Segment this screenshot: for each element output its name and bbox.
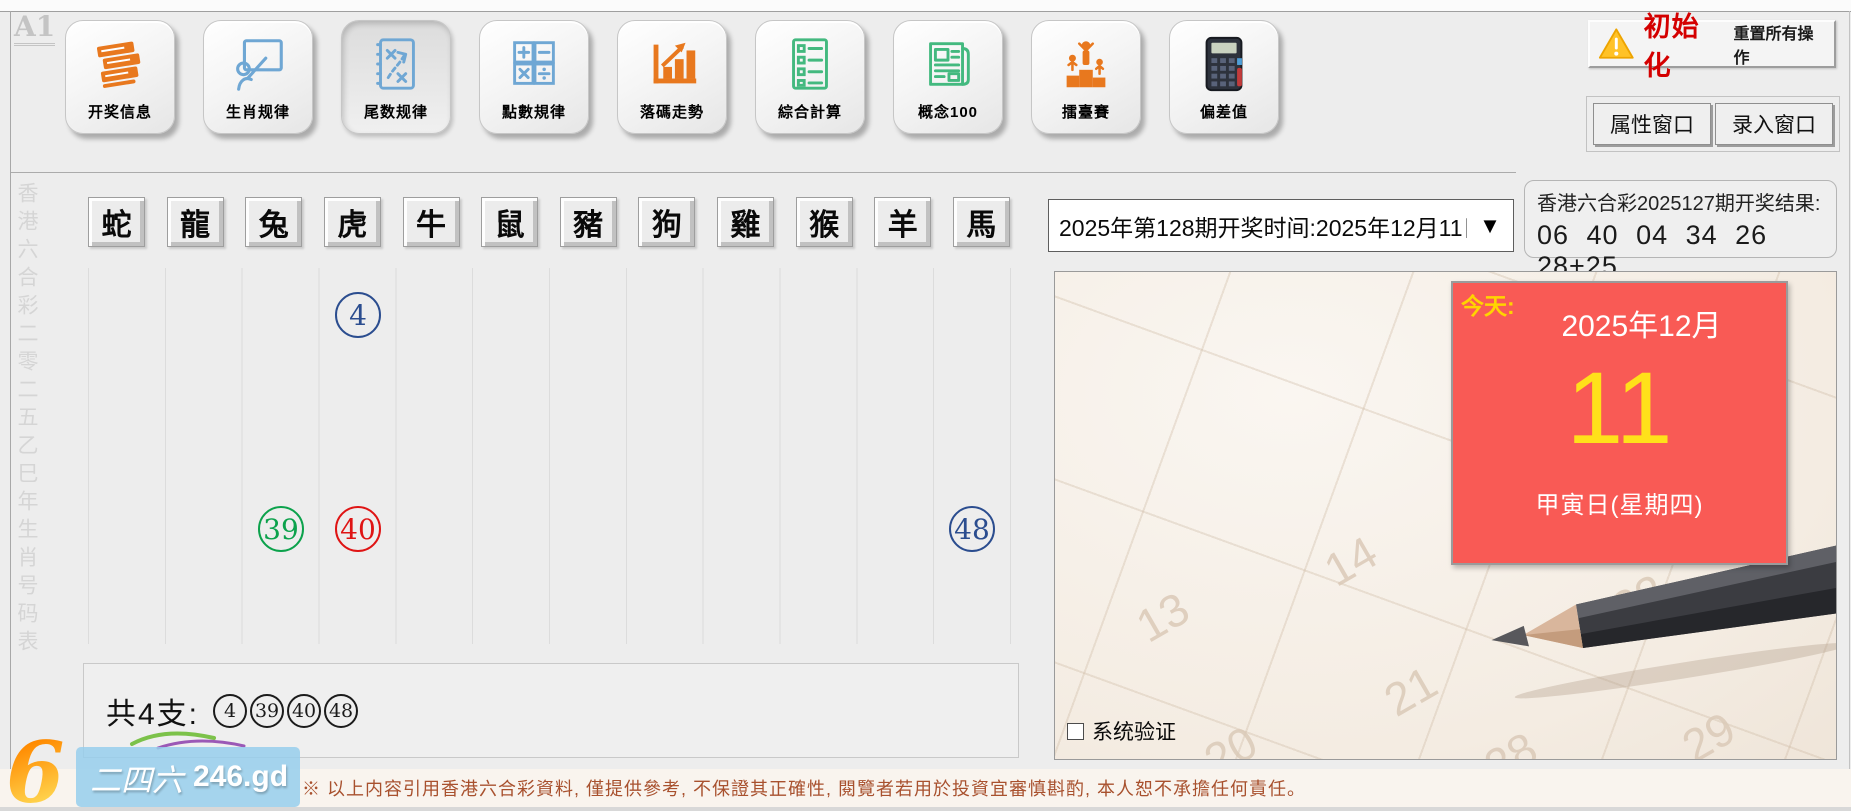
- toolbar-button-label: 點數規律: [502, 101, 566, 122]
- warning-icon: [1598, 27, 1635, 61]
- zodiac-tab-dog[interactable]: 狗: [638, 197, 695, 247]
- number-mark[interactable]: 48: [949, 506, 995, 552]
- zodiac-tab-snake[interactable]: 蛇: [88, 197, 145, 247]
- toolbar-button-arena[interactable]: 擂臺賽: [1031, 20, 1141, 134]
- checkbox-icon[interactable]: [1067, 723, 1084, 740]
- initialize-sublabel: 重置所有操作: [1734, 20, 1826, 68]
- number-mark[interactable]: 39: [258, 506, 304, 552]
- zodiac-tab-rat[interactable]: 鼠: [481, 197, 538, 247]
- calculator-icon: [1193, 33, 1255, 95]
- toolbar-button-label: 尾数规律: [364, 101, 428, 122]
- zodiac-tab-row: 蛇 龍 兔 虎 牛 鼠 豬 狗 雞 猴 羊 馬: [88, 197, 1010, 249]
- toolbar-button-composite-calc[interactable]: 綜合計算: [755, 20, 865, 134]
- disclaimer-text: ※ 以上内容引用香港六合彩資料, 僅提供參考, 不保證其正確性, 閱覽者若用於投…: [302, 775, 1306, 801]
- toolbar-button-label: 生肖规律: [226, 101, 290, 122]
- checklist-icon: [779, 33, 841, 95]
- calendar-panel: 14 13 22 21 20 29 28 今天: 2025年12月 11 甲寅日…: [1054, 271, 1837, 760]
- toolbar-separator: [11, 172, 1516, 173]
- system-verify-label: 系统验证: [1092, 716, 1176, 746]
- zodiac-tab-ox[interactable]: 牛: [403, 197, 460, 247]
- playbook-icon: [365, 33, 427, 95]
- toolbar-button-tail-rule[interactable]: 尾数规律: [341, 20, 451, 134]
- summary-number: 4: [213, 694, 247, 728]
- books-icon: [89, 33, 151, 95]
- today-label: 今天:: [1461, 287, 1515, 321]
- newspaper-icon: [917, 33, 979, 95]
- bar-chart-icon: [641, 33, 703, 95]
- toolbar-button-label: 落碼走勢: [640, 101, 704, 122]
- initialize-label: 初始化: [1644, 5, 1725, 83]
- zodiac-tab-rabbit[interactable]: 兔: [245, 197, 302, 247]
- watermark-domain: 246.gd: [193, 760, 288, 794]
- latest-result-box: 香港六合彩2025127期开奖结果: 06 40 04 34 26 28+25: [1524, 180, 1837, 258]
- calendar-day-info: 甲寅日(星期四): [1453, 485, 1786, 520]
- zodiac-tab-tiger[interactable]: 虎: [324, 197, 381, 247]
- toolbar-button-label: 概念100: [918, 101, 978, 122]
- toolbar-button-concept-100[interactable]: 概念100: [893, 20, 1003, 134]
- zodiac-tab-goat[interactable]: 羊: [874, 197, 931, 247]
- period-dropdown[interactable]: 2025年第128期开奖时间:2025年12月11日(星期四) ▼: [1048, 199, 1514, 252]
- window-top-margin: [0, 0, 1851, 11]
- property-window-button[interactable]: 属性窗口: [1593, 103, 1711, 145]
- watermark-badge: 二四六 246.gd: [76, 747, 300, 807]
- math-grid-icon: [503, 33, 565, 95]
- number-mark[interactable]: 40: [335, 506, 381, 552]
- entry-window-button[interactable]: 录入窗口: [1715, 103, 1833, 145]
- toolbar-button-draw-info[interactable]: 开奖信息: [65, 20, 175, 134]
- toolbar-button-points-rule[interactable]: 點數規律: [479, 20, 589, 134]
- toolbar-button-label: 开奖信息: [88, 101, 152, 122]
- period-dropdown-value: 2025年第128期开奖时间:2025年12月11日(星期四): [1049, 209, 1467, 243]
- podium-icon: [1055, 33, 1117, 95]
- zodiac-tab-dragon[interactable]: 龍: [167, 197, 224, 247]
- window-frame-top: [0, 11, 1851, 12]
- zodiac-tab-horse[interactable]: 馬: [953, 197, 1010, 247]
- summary-number: 39: [250, 694, 284, 728]
- toolbar-button-trend[interactable]: 落碼走勢: [617, 20, 727, 134]
- number-mark[interactable]: 4: [335, 292, 381, 338]
- watermark-script-text: 二四六: [90, 755, 183, 800]
- toolbar-button-label: 擂臺賽: [1062, 101, 1110, 122]
- corner-label: A1: [14, 12, 55, 46]
- presenter-icon: [227, 33, 289, 95]
- toolbar-button-zodiac-rule[interactable]: 生肖规律: [203, 20, 313, 134]
- window-frame-right: [1849, 11, 1850, 811]
- watermark-six-logo: 6: [6, 731, 64, 811]
- system-verify-checkbox-row[interactable]: 系统验证: [1067, 716, 1176, 746]
- app-window: A1 开奖信息 生肖规律: [0, 0, 1851, 811]
- zodiac-tab-rooster[interactable]: 雞: [717, 197, 774, 247]
- window-buttons-group: 属性窗口 录入窗口: [1586, 96, 1840, 152]
- side-vertical-title: 香港六合彩二零二五乙巳年生肖号码表: [16, 182, 37, 658]
- summary-number: 48: [324, 694, 358, 728]
- toolbar-button-label: 偏差值: [1200, 101, 1248, 122]
- toolbar-button-label: 綜合計算: [778, 101, 842, 122]
- zodiac-number-grid[interactable]: 4 39 40 48: [88, 268, 1011, 644]
- chevron-down-icon: ▼: [1467, 213, 1513, 239]
- zodiac-tab-monkey[interactable]: 猴: [796, 197, 853, 247]
- window-frame-left: [10, 11, 11, 811]
- initialize-button[interactable]: 初始化 重置所有操作: [1588, 20, 1836, 68]
- toolbar-button-deviation[interactable]: 偏差值: [1169, 20, 1279, 134]
- zodiac-tab-pig[interactable]: 豬: [560, 197, 617, 247]
- summary-number: 40: [287, 694, 321, 728]
- window-bottom-edge: [0, 807, 1851, 811]
- calendar-day: 11: [1453, 357, 1786, 459]
- latest-result-title: 香港六合彩2025127期开奖结果:: [1537, 187, 1826, 216]
- summary-label: 共4支:: [106, 689, 199, 733]
- today-calendar-card: 今天: 2025年12月 11 甲寅日(星期四): [1451, 281, 1788, 565]
